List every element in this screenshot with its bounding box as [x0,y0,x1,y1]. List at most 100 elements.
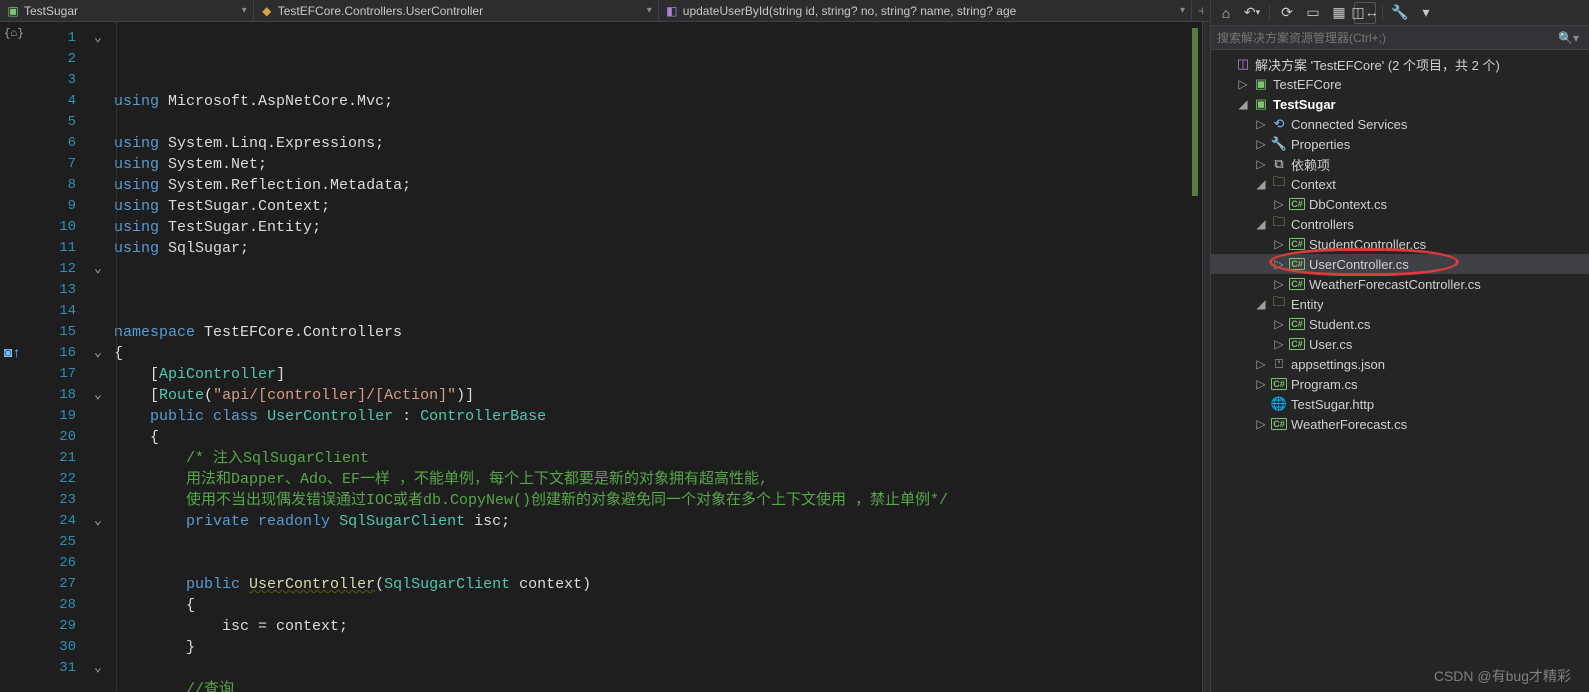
tree-node[interactable]: ▷⟲Connected Services [1211,114,1589,134]
code-line[interactable]: [Route("api/[controller]/[Action]")] [114,385,1188,406]
expand-toggle-icon[interactable]: ▷ [1273,197,1285,211]
tree-node[interactable]: ▷C#User.cs [1211,334,1589,354]
collapse-button[interactable]: ▭ [1302,2,1324,24]
search-dropdown-icon[interactable]: 🔍▾ [1554,31,1583,45]
code-line[interactable] [114,301,1188,322]
code-line[interactable]: 使用不当出现偶发错误通过IOC或者db.CopyNew()创建新的对象避免同一个… [114,490,1188,511]
code-line[interactable] [114,658,1188,679]
expand-toggle-icon[interactable]: ◢ [1237,97,1249,111]
tree-node[interactable]: ▷🔧Properties [1211,134,1589,154]
tree-node[interactable]: ◢🗀Controllers [1211,214,1589,234]
tree-node[interactable]: 🌐TestSugar.http [1211,394,1589,414]
code-line[interactable]: { [114,343,1188,364]
show-all-button[interactable]: ▦ [1328,2,1350,24]
code-line[interactable] [114,112,1188,133]
line-number: 3 [28,70,76,91]
solution-tree[interactable]: ◫解决方案 'TestEFCore' (2 个项目，共 2 个)▷▣TestEF… [1211,50,1589,692]
code-line[interactable]: 用法和Dapper、Ado、EF一样 ，不能单例，每个上下文都要是新的对象拥有超… [114,469,1188,490]
expand-toggle-icon[interactable]: ▷ [1273,257,1285,271]
tree-node[interactable]: ▷C#Student.cs [1211,314,1589,334]
code-line[interactable]: using System.Net; [114,154,1188,175]
code-line[interactable] [114,553,1188,574]
sync-button[interactable]: ⟳ [1276,2,1298,24]
tree-node[interactable]: ▷⍞appsettings.json [1211,354,1589,374]
code-line[interactable]: namespace TestEFCore.Controllers [114,322,1188,343]
expand-toggle-icon[interactable]: ▷ [1273,317,1285,331]
line-number-gutter[interactable]: 1234567891011121314151617181920212223242… [28,22,94,692]
properties-button[interactable]: 🔧 [1389,2,1411,24]
line-number: 25 [28,532,76,553]
code-line[interactable]: using TestSugar.Context; [114,196,1188,217]
expand-toggle-icon[interactable]: ▷ [1255,157,1267,171]
search-input[interactable] [1217,31,1554,45]
expand-toggle-icon[interactable]: ▷ [1255,117,1267,131]
code-line[interactable]: { [114,427,1188,448]
fold-toggle[interactable] [94,511,114,532]
split-icon: ⫞ [1198,3,1204,17]
fold-toggle[interactable] [94,658,114,679]
code-line[interactable]: isc = context; [114,616,1188,637]
code-line[interactable] [114,280,1188,301]
tree-node[interactable]: ◢🗀Entity [1211,294,1589,314]
line-number: 13 [28,280,76,301]
tree-node[interactable]: ▷⧉依赖项 [1211,154,1589,174]
code-line[interactable]: using TestSugar.Entity; [114,217,1188,238]
more-button[interactable]: ▾ [1415,2,1437,24]
code-line[interactable]: //查询 [114,679,1188,692]
line-number: 18 [28,385,76,406]
code-line[interactable]: using SqlSugar; [114,238,1188,259]
back-history-button[interactable]: ↶▾ [1241,2,1263,24]
editor-scrollbar[interactable] [1202,22,1210,692]
breadcrumb-project[interactable]: ▣ TestSugar ▾ [0,0,254,21]
reference-glyph-icon[interactable]: ◙↑ [4,346,22,364]
expand-toggle-icon[interactable]: ▷ [1255,137,1267,151]
expand-toggle-icon[interactable]: ◢ [1255,217,1267,231]
tree-node[interactable]: ◢🗀Context [1211,174,1589,194]
code-line[interactable] [114,259,1188,280]
code-line[interactable]: public class UserController : Controller… [114,406,1188,427]
code-content[interactable]: using Microsoft.AspNetCore.Mvc; using Sys… [114,22,1188,692]
tree-node[interactable]: ▷C#UserController.cs [1211,254,1589,274]
expand-toggle-icon[interactable]: ◢ [1255,177,1267,191]
fold-toggle[interactable] [94,259,114,280]
expand-toggle-icon[interactable]: ▷ [1255,357,1267,371]
fold-toggle[interactable] [94,385,114,406]
fold-toggle[interactable] [94,28,114,49]
change-marker [1192,343,1198,364]
code-line[interactable]: using Microsoft.AspNetCore.Mvc; [114,91,1188,112]
tree-node[interactable]: ▷C#WeatherForecast.cs [1211,414,1589,434]
tree-node[interactable]: ▷C#StudentController.cs [1211,234,1589,254]
code-line[interactable]: using System.Reflection.Metadata; [114,175,1188,196]
expand-toggle-icon[interactable]: ◢ [1255,297,1267,311]
expand-toggle-icon[interactable]: ▷ [1237,77,1249,91]
fold-toggle[interactable] [94,343,114,364]
code-line[interactable]: using System.Linq.Expressions; [114,133,1188,154]
expand-toggle-icon[interactable]: ▷ [1255,417,1267,431]
tree-node[interactable]: ▷C#DbContext.cs [1211,194,1589,214]
csharp-file-icon: C# [1289,278,1305,290]
tree-node[interactable]: ▷C#WeatherForecastController.cs [1211,274,1589,294]
code-line[interactable]: { [114,595,1188,616]
expand-toggle-icon[interactable]: ▷ [1255,377,1267,391]
breadcrumb-method[interactable]: ◧ updateUserById(string id, string? no, … [659,0,1192,21]
code-line[interactable]: /* 注入SqlSugarClient [114,448,1188,469]
fold-column[interactable] [94,22,114,692]
view-switch-button[interactable]: ◫↔ [1354,2,1376,24]
change-marker [1192,154,1198,175]
code-line[interactable]: } [114,637,1188,658]
split-editor-button[interactable]: ⫞ [1192,3,1210,18]
tree-node[interactable]: ◢▣TestSugar [1211,94,1589,114]
tree-node[interactable]: ▷▣TestEFCore [1211,74,1589,94]
expand-toggle-icon[interactable]: ▷ [1273,237,1285,251]
code-line[interactable]: public UserController(SqlSugarClient con… [114,574,1188,595]
home-button[interactable]: ⌂ [1215,2,1237,24]
breadcrumb-class[interactable]: ◆ TestEFCore.Controllers.UserController … [254,0,659,21]
expand-toggle-icon[interactable]: ▷ [1273,337,1285,351]
code-line[interactable]: [ApiController] [114,364,1188,385]
code-line[interactable] [114,532,1188,553]
tree-node[interactable]: ◫解决方案 'TestEFCore' (2 个项目，共 2 个) [1211,54,1589,74]
solution-explorer-search[interactable]: 🔍▾ [1211,26,1589,50]
expand-toggle-icon[interactable]: ▷ [1273,277,1285,291]
code-line[interactable]: private readonly SqlSugarClient isc; [114,511,1188,532]
tree-node[interactable]: ▷C#Program.cs [1211,374,1589,394]
